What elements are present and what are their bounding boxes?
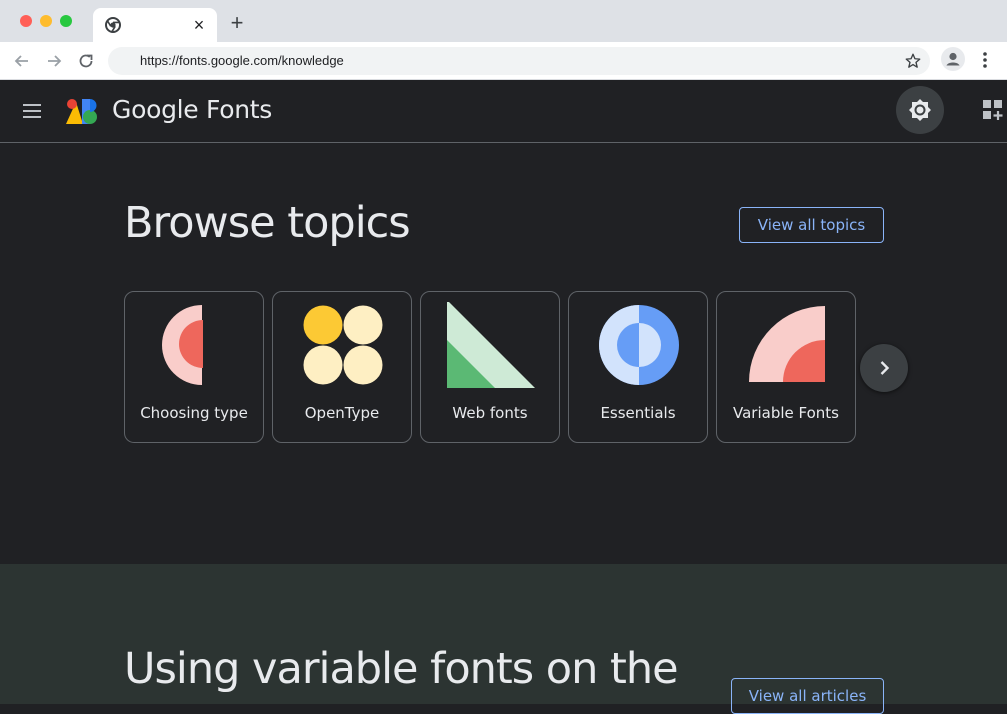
opentype-icon <box>303 305 383 385</box>
url-text[interactable]: https://fonts.google.com/knowledge <box>140 47 344 75</box>
star-icon[interactable] <box>904 52 922 70</box>
theme-toggle-button[interactable] <box>896 86 944 134</box>
window-minimize-button[interactable] <box>40 15 52 27</box>
chevron-right-icon <box>880 361 890 375</box>
essentials-icon <box>599 305 679 385</box>
variable-fonts-icon <box>749 306 825 382</box>
article-title[interactable]: Using variable fonts on the <box>124 644 679 694</box>
kebab-menu-icon[interactable] <box>976 49 994 71</box>
topic-label: Choosing type <box>140 404 248 422</box>
web-fonts-icon <box>447 302 535 388</box>
hamburger-icon[interactable] <box>21 100 43 122</box>
arrow-left-icon <box>14 55 28 67</box>
topic-label: Variable Fonts <box>733 404 839 422</box>
topic-label: Essentials <box>600 404 676 422</box>
apps-add-icon[interactable] <box>982 99 1004 121</box>
chrome-icon <box>105 17 121 33</box>
brand-name[interactable]: Google Fonts <box>112 95 272 124</box>
window-close-button[interactable] <box>20 15 32 27</box>
topic-card-web-fonts[interactable]: Web fonts <box>420 291 560 443</box>
forward-button[interactable] <box>43 50 65 72</box>
browse-topics-section: Browse topics View all topics Choosing t… <box>0 143 1007 564</box>
back-button[interactable] <box>11 50 33 72</box>
topic-card-essentials[interactable]: Essentials <box>568 291 708 443</box>
articles-section: Using variable fonts on the View all art… <box>0 564 1007 714</box>
topic-card-choosing-type[interactable]: Choosing type <box>124 291 264 443</box>
topic-card-opentype[interactable]: OpenType <box>272 291 412 443</box>
brightness-icon <box>909 99 931 121</box>
browser-tab-active[interactable]: × <box>93 8 217 42</box>
profile-avatar-icon[interactable] <box>941 47 965 71</box>
reload-button[interactable] <box>75 50 97 72</box>
section-title: Browse topics <box>124 198 411 248</box>
topic-label: Web fonts <box>452 404 528 422</box>
window-maximize-button[interactable] <box>60 15 72 27</box>
browser-tabstrip: × + <box>0 0 1007 42</box>
topic-label: OpenType <box>304 404 380 422</box>
view-all-articles-button[interactable]: View all articles <box>731 678 884 714</box>
google-fonts-logo-icon[interactable] <box>64 96 98 126</box>
site-header: Google Fonts <box>0 80 1007 143</box>
topic-card-variable-fonts[interactable]: Variable Fonts <box>716 291 856 443</box>
tab-close-button[interactable]: × <box>189 15 209 35</box>
reload-icon <box>79 54 93 68</box>
address-bar[interactable]: https://fonts.google.com/knowledge <box>108 47 930 75</box>
browser-toolbar: https://fonts.google.com/knowledge <box>0 42 1007 80</box>
new-tab-button[interactable]: + <box>226 12 248 34</box>
choosing-type-icon <box>162 305 203 385</box>
view-all-topics-button[interactable]: View all topics <box>739 207 884 243</box>
arrow-right-icon <box>48 55 62 67</box>
carousel-next-button[interactable] <box>860 344 908 392</box>
